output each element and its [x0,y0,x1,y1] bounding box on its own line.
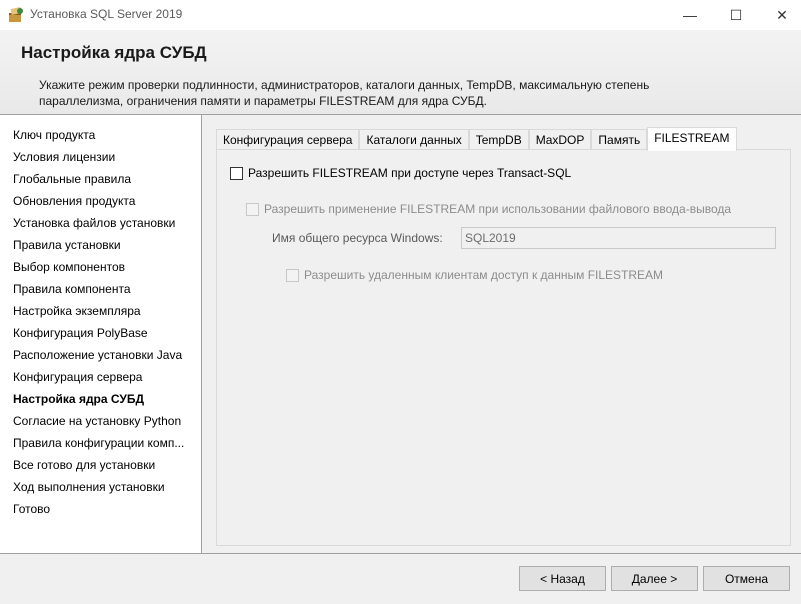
footer-bar: < Назад Далее > Отмена [0,554,801,604]
tab-data-directories[interactable]: Каталоги данных [359,129,469,151]
enable-remote-clients-checkbox[interactable] [286,268,299,282]
minimize-icon: — [683,7,697,23]
sidebar-item-install-rules[interactable]: Правила установки [13,238,121,252]
page-description-line-1: Укажите режим проверки подлинности, адми… [39,78,650,92]
close-button[interactable]: ✕ [759,0,801,30]
enable-filestream-tsql-row[interactable]: Разрешить FILESTREAM при доступе через T… [230,166,571,180]
close-icon: ✕ [776,6,788,23]
sidebar-item-feature-config-rules[interactable]: Правила конфигурации комп... [13,436,184,450]
filestream-panel: Разрешить FILESTREAM при доступе через T… [216,149,791,546]
minimize-button[interactable]: — [667,0,713,30]
enable-filestream-tsql-checkbox[interactable] [230,166,243,180]
sidebar-item-server-configuration[interactable]: Конфигурация сервера [13,370,142,384]
sidebar-item-instance-configuration[interactable]: Настройка экземпляра [13,304,141,318]
sidebar-item-python-consent[interactable]: Согласие на установку Python [13,414,181,428]
maximize-icon: ☐ [729,6,743,23]
tab-tempdb[interactable]: TempDB [468,129,529,151]
page-description: Укажите режим проверки подлинности, адми… [39,77,739,109]
maximize-button[interactable]: ☐ [713,0,759,30]
sidebar-item-feature-selection[interactable]: Выбор компонентов [13,260,125,274]
enable-remote-clients-label: Разрешить удаленным клиентам доступ к да… [304,268,664,282]
sidebar-item-complete[interactable]: Готово [13,502,50,516]
page-description-line-2: параллелизма, ограничения памяти и парам… [39,94,488,108]
title-bar: Установка SQL Server 2019 — ☐ ✕ [0,0,801,30]
sidebar-item-installation-progress[interactable]: Ход выполнения установки [13,480,165,494]
page-header: Настройка ядра СУБД Укажите режим провер… [0,30,801,114]
enable-remote-clients-row[interactable]: Разрешить удаленным клиентам доступ к да… [286,268,663,282]
sidebar-item-ready-to-install[interactable]: Все готово для установки [13,458,155,472]
sidebar-item-product-updates[interactable]: Обновления продукта [13,194,135,208]
config-tabs: Конфигурация сервера Каталоги данных Tem… [216,127,737,151]
tab-maxdop[interactable]: MaxDOP [528,129,592,151]
sidebar-item-product-key[interactable]: Ключ продукта [13,128,95,142]
sidebar-item-database-engine-configuration[interactable]: Настройка ядра СУБД [13,392,144,406]
sidebar-item-global-rules[interactable]: Глобальные правила [13,172,131,186]
steps-sidebar: Ключ продукта Условия лицензии Глобальны… [0,115,202,553]
enable-filestream-file-io-label: Разрешить применение FILESTREAM при испо… [264,202,732,216]
back-button[interactable]: < Назад [519,566,606,591]
page-title: Настройка ядра СУБД [21,43,207,62]
tab-filestream[interactable]: FILESTREAM [647,127,737,151]
windows-share-name-label: Имя общего ресурса Windows: [272,231,443,245]
tab-memory[interactable]: Память [591,129,648,151]
main-content: Конфигурация сервера Каталоги данных Tem… [203,115,801,553]
next-button[interactable]: Далее > [611,566,698,591]
enable-filestream-file-io-checkbox[interactable] [246,202,259,216]
enable-filestream-tsql-label: Разрешить FILESTREAM при доступе через T… [248,166,572,180]
windows-share-name-input[interactable] [461,227,776,249]
sidebar-item-java-install-location[interactable]: Расположение установки Java [13,348,182,362]
sidebar-item-license-terms[interactable]: Условия лицензии [13,150,115,164]
sidebar-item-install-setup-files[interactable]: Установка файлов установки [13,216,175,230]
window-title: Установка SQL Server 2019 [30,7,183,21]
sidebar-item-polybase-configuration[interactable]: Конфигурация PolyBase [13,326,148,340]
sidebar-item-feature-rules[interactable]: Правила компонента [13,282,131,296]
enable-filestream-file-io-row[interactable]: Разрешить применение FILESTREAM при испо… [246,202,731,216]
sql-server-setup-icon [9,7,23,22]
cancel-button[interactable]: Отмена [703,566,790,591]
tab-server-configuration[interactable]: Конфигурация сервера [216,129,360,151]
